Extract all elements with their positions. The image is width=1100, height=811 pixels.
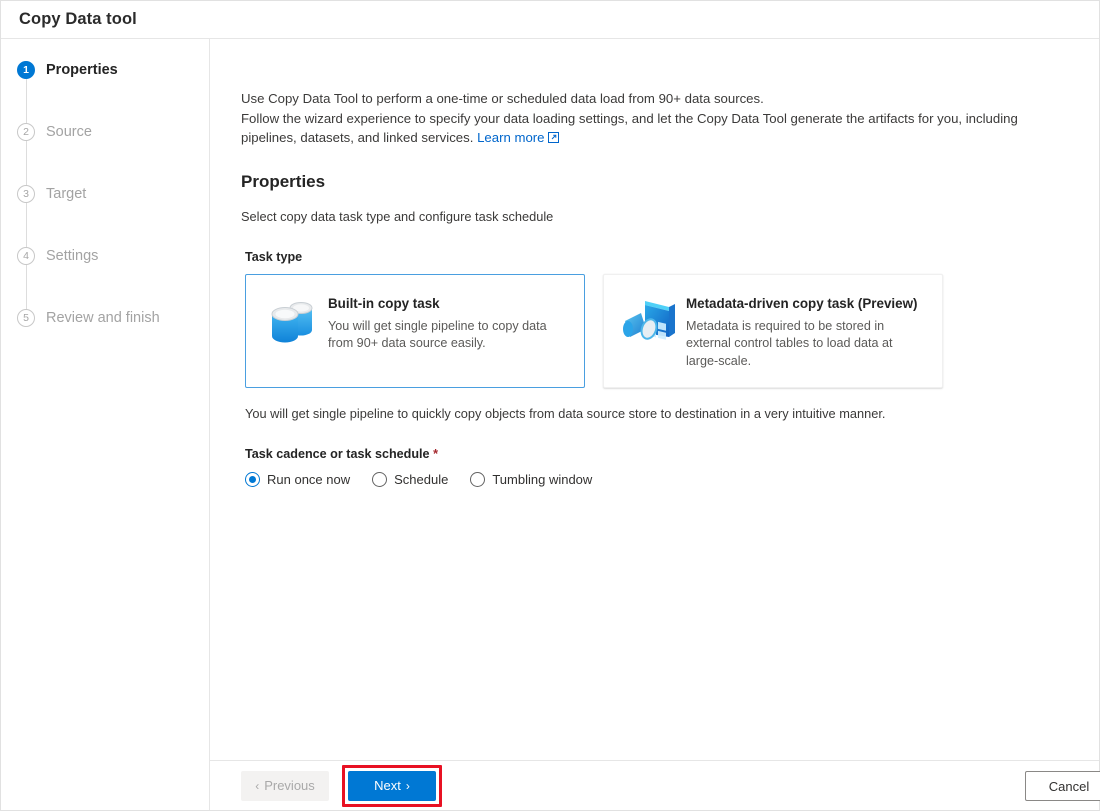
page-subtitle: Select copy data task type and configure… — [241, 208, 554, 224]
previous-button-label: Previous — [264, 778, 315, 793]
cancel-button-label: Cancel — [1048, 778, 1090, 794]
task-cadence-label: Task cadence or task schedule * — [241, 447, 1075, 461]
intro-line-1: Use Copy Data Tool to perform a one-time… — [241, 91, 764, 106]
sidebar-step-target[interactable]: 3 Target — [1, 181, 209, 207]
task-card-text: Metadata-driven copy task (Preview) Meta… — [686, 292, 928, 371]
task-card-built-in-copy-task[interactable]: Built-in copy task You will get single p… — [245, 273, 585, 388]
next-button[interactable]: Next › — [348, 770, 436, 801]
main-panel: Use Copy Data Tool to perform a one-time… — [210, 39, 1100, 810]
required-marker: * — [433, 446, 438, 461]
radio-tumbling-window[interactable]: Tumbling window — [470, 471, 593, 487]
sidebar-step-label: Target — [46, 186, 87, 202]
task-type-helper-text: You will get single pipeline to quickly … — [245, 405, 886, 421]
window-body: 1 Properties 2 Source 3 Target 4 Setting… — [1, 39, 1100, 810]
next-button-label: Next — [374, 778, 401, 793]
wizard-steps-sidebar: 1 Properties 2 Source 3 Target 4 Setting… — [1, 39, 210, 810]
external-link-icon — [547, 129, 559, 149]
chevron-right-icon: › — [405, 778, 410, 793]
chevron-left-icon: ‹ — [255, 778, 260, 793]
sidebar-step-label: Source — [46, 124, 92, 140]
task-type-label: Task type — [245, 249, 303, 264]
step-number-badge: 5 — [17, 309, 35, 327]
intro-line-2: Follow the wizard experience to specify … — [241, 110, 1018, 146]
sidebar-step-label: Review and finish — [46, 310, 160, 326]
intro-description: Use Copy Data Tool to perform a one-time… — [241, 89, 1075, 149]
window-title-bar: Copy Data tool — [1, 1, 1099, 39]
page-title: Properties — [241, 171, 326, 191]
sidebar-step-label: Settings — [46, 248, 99, 264]
sidebar-step-label: Properties — [46, 62, 118, 78]
radio-dot-icon — [249, 475, 256, 483]
step-number-badge: 1 — [17, 61, 35, 79]
sidebar-step-properties[interactable]: 1 Properties — [1, 57, 209, 83]
task-type-card-group: Built-in copy task You will get single p… — [241, 273, 1075, 388]
cancel-button[interactable]: Cancel — [1025, 771, 1100, 801]
radio-label: Run once now — [267, 471, 351, 487]
radio-label: Schedule — [394, 471, 449, 487]
task-cadence-label-text: Task cadence or task schedule — [245, 446, 430, 461]
radio-circle-icon — [245, 471, 260, 487]
sidebar-step-source[interactable]: 2 Source — [1, 119, 209, 145]
copy-data-tool-window: Copy Data tool 1 Properties 2 Source 3 T… — [0, 0, 1100, 811]
sidebar-step-settings[interactable]: 4 Settings — [1, 243, 209, 269]
database-cylinders-icon — [260, 292, 322, 354]
window-title: Copy Data tool — [19, 10, 137, 28]
radio-label: Tumbling window — [492, 471, 593, 487]
radio-circle-icon — [470, 471, 486, 487]
step-number-badge: 3 — [17, 185, 35, 203]
task-card-description: Metadata is required to be stored in ext… — [686, 318, 893, 368]
step-number-badge: 2 — [17, 123, 35, 141]
previous-button[interactable]: ‹ Previous — [241, 770, 329, 801]
radio-schedule[interactable]: Schedule — [372, 471, 449, 487]
task-card-metadata-driven-copy-task[interactable]: Metadata-driven copy task (Preview) Meta… — [603, 273, 943, 388]
wizard-footer: ‹ Previous Next › Cancel — [210, 760, 1100, 810]
radio-circle-icon — [372, 471, 388, 487]
task-card-description: You will get single pipeline to copy dat… — [328, 318, 547, 351]
next-button-highlight-box: Next › — [342, 764, 442, 807]
radio-run-once-now[interactable]: Run once now — [245, 471, 351, 487]
metadata-table-magnifier-icon — [618, 292, 680, 354]
sidebar-step-review-and-finish[interactable]: 5 Review and finish — [1, 305, 209, 331]
content-area: Use Copy Data Tool to perform a one-time… — [210, 39, 1099, 760]
task-card-title: Metadata-driven copy task (Preview) — [686, 295, 918, 311]
task-card-text: Built-in copy task You will get single p… — [328, 292, 570, 353]
learn-more-link[interactable]: Learn more — [477, 130, 544, 145]
task-cadence-radio-group: Run once now Schedule Tumbling window — [241, 471, 1075, 487]
step-number-badge: 4 — [17, 247, 35, 265]
task-card-title: Built-in copy task — [328, 295, 440, 311]
